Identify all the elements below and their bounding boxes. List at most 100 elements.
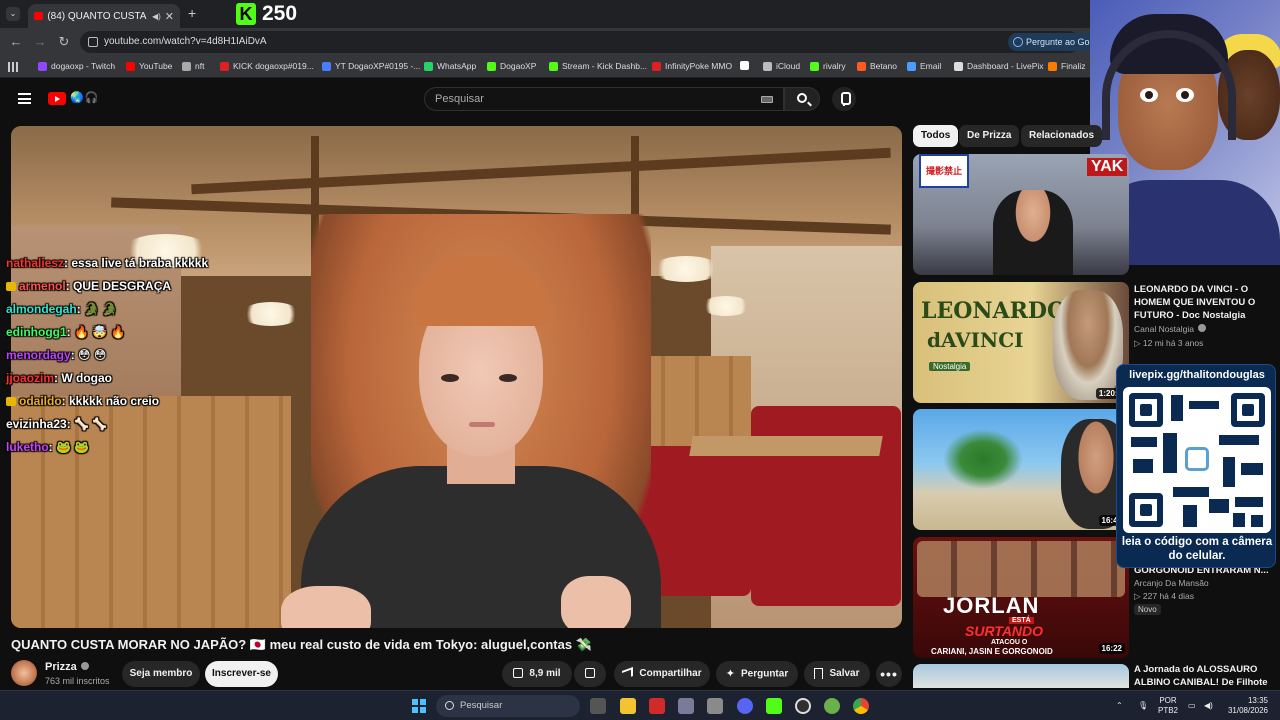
ask-google-button[interactable]: Pergunte ao Go — [1008, 33, 1096, 51]
no-photo-sign: 撮影禁止 — [919, 154, 969, 188]
qr-finder — [1129, 493, 1163, 527]
bookmark-label: WhatsApp — [437, 61, 477, 71]
video-player[interactable] — [11, 126, 902, 628]
video-lamp — [241, 302, 301, 326]
like-button[interactable]: 8,9 mil — [502, 661, 572, 687]
sidebar-channel-name: Canal Nostalgia — [1134, 324, 1195, 334]
bookmark-item[interactable]: YT DogaoXP#0195 -... — [322, 61, 420, 71]
bookmark-label: Stream - Kick Dashb... — [562, 61, 648, 71]
sidebar-thumbnail-3[interactable]: 16:43 — [913, 409, 1129, 530]
chat-text: : QUE DESGRAÇA — [65, 279, 172, 293]
channel-avatar[interactable] — [11, 660, 37, 686]
bookmark-item[interactable]: rivalry — [810, 61, 846, 71]
sidebar-video-title-2[interactable]: LEONARDO DA VINCI - O HOMEM QUE INVENTOU… — [1134, 283, 1274, 322]
sidebar-thumbnail-4[interactable]: JORLAN ESTÁ SURTANDO ATACOU O CARIANI, J… — [913, 537, 1129, 658]
forward-icon[interactable]: → — [32, 34, 48, 50]
app-green-icon[interactable] — [824, 698, 840, 714]
bookmark-item[interactable]: YouTube — [126, 61, 172, 71]
sidebar-channel-4[interactable]: Arcanjo Da Mansão — [1134, 578, 1209, 588]
language-indicator[interactable]: POR PTB2 — [1156, 696, 1180, 716]
chat-text: : 🐊 🐊 — [76, 302, 118, 316]
bookmark-item[interactable] — [740, 61, 753, 70]
channel-name[interactable]: Prizza — [45, 661, 77, 673]
bookmark-item[interactable]: Email — [907, 61, 941, 71]
back-icon[interactable]: ← — [8, 34, 24, 50]
bookmark-item[interactable]: nft — [182, 61, 204, 71]
subscribe-button[interactable]: Inscrever-se — [205, 661, 278, 687]
search-icon — [797, 93, 807, 103]
url-text: youtube.com/watch?v=4d8H1IAiDvA — [104, 36, 267, 47]
bookmark-label: iCloud — [776, 61, 801, 71]
bookmark-label: Dashboard - LivePix — [967, 61, 1044, 71]
site-info-icon[interactable] — [88, 37, 98, 47]
dislike-button[interactable] — [574, 661, 606, 687]
browser-tab-youtube[interactable]: (84) QUANTO CUSTA MORAR ◀) ✕ — [28, 4, 180, 28]
reload-icon[interactable]: ↻ — [56, 34, 72, 50]
sidebar-video-title-5[interactable]: A Jornada do ALOSSAURO ALBINO CANIBAL! D… — [1134, 663, 1274, 689]
thumbnail-man — [993, 190, 1073, 275]
youtube-logo-icon[interactable] — [48, 92, 66, 105]
share-icon — [622, 666, 634, 680]
tray-mic-icon[interactable]: 🎙 — [1138, 701, 1148, 711]
bookmark-label: KICK dogaoxp#019... — [233, 61, 314, 71]
bookmark-favicon-icon — [810, 61, 819, 71]
network-icon[interactable]: ▭ — [1188, 701, 1196, 711]
channel-name-row[interactable]: Prizza — [45, 661, 89, 673]
kick-app-icon[interactable] — [766, 698, 782, 714]
task-view-icon[interactable] — [590, 698, 606, 714]
chrome-icon[interactable] — [853, 698, 869, 714]
bookmark-item[interactable]: InfinityPoke MMO — [652, 61, 732, 71]
sidebar-thumbnail-5[interactable] — [913, 664, 1129, 688]
bookmark-item[interactable]: Betano — [857, 61, 897, 71]
thumbnail-palm — [943, 429, 1023, 489]
keyboard-icon[interactable] — [761, 96, 773, 103]
calculator-icon[interactable] — [707, 698, 723, 714]
apps-grid-icon[interactable] — [8, 62, 18, 72]
bookmark-item[interactable]: Stream - Kick Dashb... — [549, 61, 647, 71]
bookmark-favicon-icon — [182, 61, 191, 71]
tab-list-chevron-icon[interactable]: ⌄ — [6, 7, 20, 21]
bookmark-item[interactable]: WhatsApp — [424, 61, 476, 71]
bookmark-item[interactable]: Dashboard - LivePix — [954, 61, 1044, 71]
chat-message: jjoaozim: W dogao — [6, 371, 112, 385]
discord-icon[interactable] — [737, 698, 753, 714]
obs-icon[interactable] — [795, 698, 811, 714]
search-input[interactable]: Pesquisar — [424, 87, 784, 111]
taskbar-search[interactable]: Pesquisar — [436, 695, 580, 717]
bookmark-item[interactable]: DogaoXP — [487, 61, 536, 71]
bookmark-item[interactable]: Finaliz — [1048, 61, 1086, 71]
chat-username: menordagy — [6, 348, 71, 362]
search-button[interactable] — [784, 87, 820, 111]
more-actions-button[interactable]: ••• — [876, 661, 902, 687]
clock[interactable]: 13:35 31/08/2026 — [1222, 696, 1268, 716]
chip-all[interactable]: Todos — [913, 125, 959, 147]
close-tab-icon[interactable]: ✕ — [165, 10, 174, 23]
url-field[interactable]: youtube.com/watch?v=4d8H1IAiDvA — [80, 31, 1080, 53]
bookmark-item[interactable]: iCloud — [763, 61, 800, 71]
menu-icon[interactable] — [18, 93, 31, 104]
save-button[interactable]: Salvar — [804, 661, 870, 687]
voice-search-mic-icon[interactable] — [832, 87, 856, 111]
ask-button[interactable]: ✦ Perguntar — [716, 661, 798, 687]
sidebar-thumbnail-2[interactable]: LEONARDO dAVINCI Nostalgia 1:20:4 — [913, 282, 1129, 403]
youtube-doodle-icon[interactable]: 🌏🎧 — [70, 91, 99, 104]
chip-from-channel[interactable]: De Prizza — [959, 125, 1020, 147]
share-button[interactable]: Compartilhar — [614, 661, 710, 687]
chip-related[interactable]: Relacionados — [1021, 125, 1103, 147]
verified-icon — [80, 662, 89, 670]
snipping-tool-icon[interactable] — [678, 698, 694, 714]
like-count: 8,9 mil — [529, 668, 561, 679]
file-explorer-icon[interactable] — [620, 698, 636, 714]
tray-chevron-icon[interactable]: ⌃ — [1116, 701, 1123, 711]
bookmark-item[interactable]: KICK dogaoxp#019... — [220, 61, 314, 71]
windows-start-icon[interactable] — [412, 699, 426, 713]
volume-icon[interactable]: ◀) — [1204, 701, 1213, 711]
thumbnail-text-leonardo: LEONARDO — [921, 298, 1067, 324]
join-button[interactable]: Seja membro — [122, 661, 200, 687]
chat-text: : kkkkk não creio — [61, 394, 160, 408]
sidebar-thumbnail-1[interactable]: 撮影禁止 YAK — [913, 154, 1129, 275]
bookmark-item[interactable]: dogaoxp - Twitch — [38, 61, 115, 71]
app-red-icon[interactable] — [649, 698, 665, 714]
sidebar-channel-2[interactable]: Canal Nostalgia — [1134, 324, 1207, 334]
new-tab-button[interactable]: + — [188, 5, 196, 21]
